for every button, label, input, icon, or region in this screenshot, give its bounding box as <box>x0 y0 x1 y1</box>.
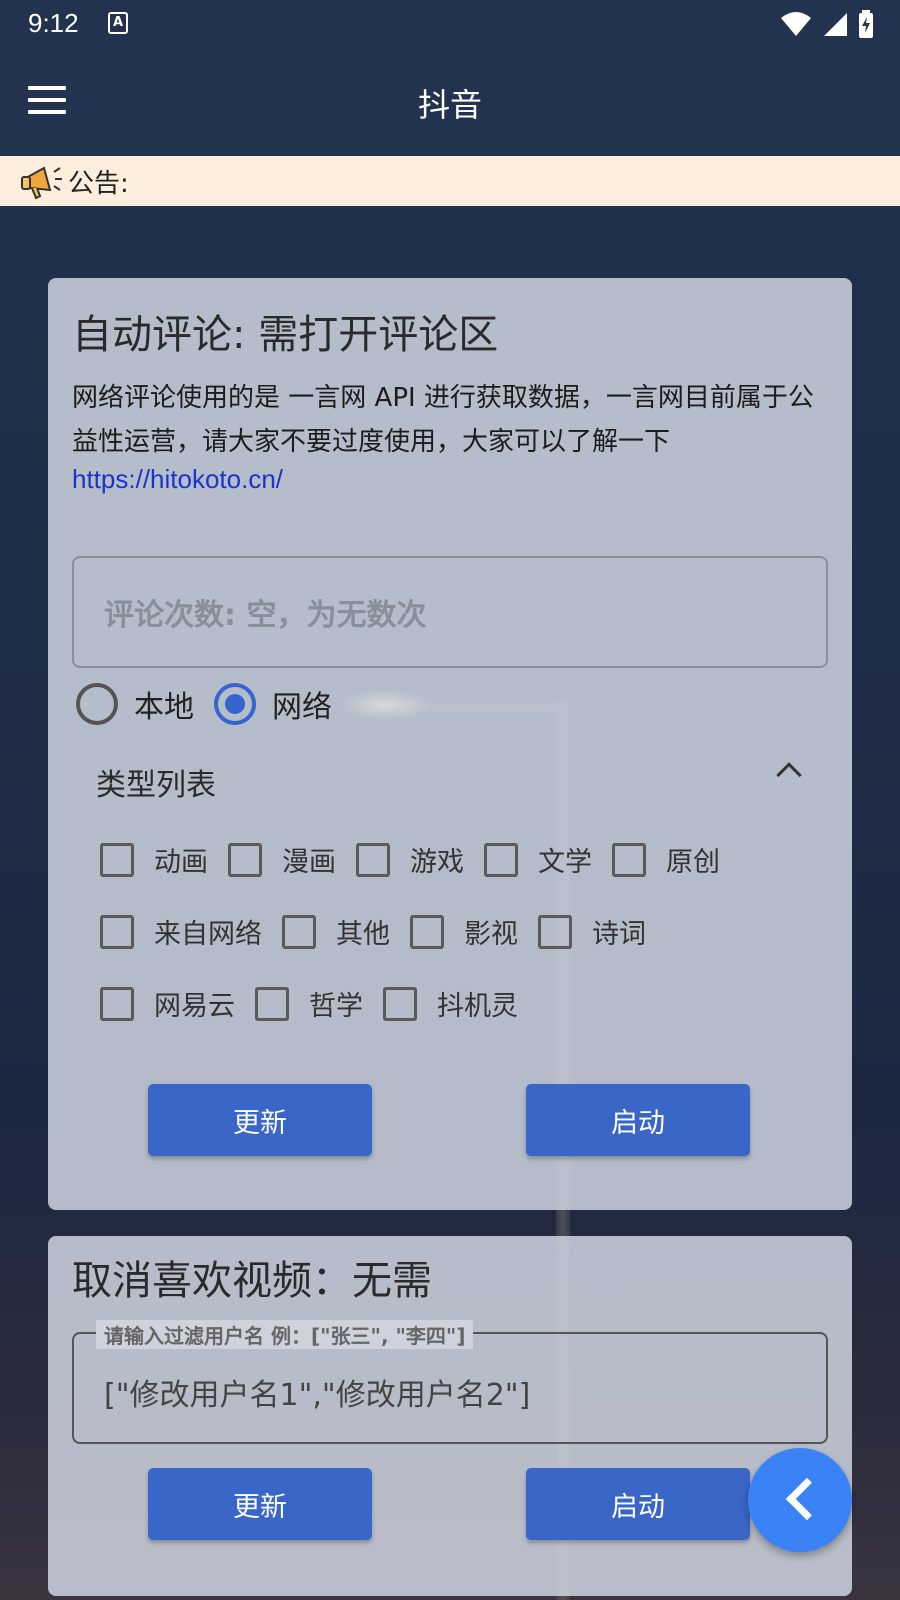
type-list-title: 类型列表 <box>96 768 216 803</box>
back-fab-button[interactable] <box>748 1448 852 1552</box>
radio-network[interactable] <box>214 683 256 725</box>
source-radio-group: 本地 网络 <box>76 682 352 726</box>
battery-icon <box>859 10 873 38</box>
status-icons <box>780 10 874 38</box>
type-label: 网易云 <box>154 991 235 1022</box>
type-checkbox[interactable] <box>282 914 316 949</box>
megaphone-icon <box>21 166 62 200</box>
notice-bar: 公告: <box>0 156 900 206</box>
unlike-start-button[interactable]: 启动 <box>526 1468 750 1540</box>
signal-icon <box>824 13 847 36</box>
filter-username-value[interactable]: ["修改用户名1","修改用户名2"] <box>104 1370 530 1414</box>
app-bar: 抖音 <box>0 48 900 156</box>
auto-comment-update-button[interactable]: 更新 <box>148 1084 372 1156</box>
hitokoto-link[interactable]: https://hitokoto.cn/ <box>72 464 283 495</box>
type-label: 来自网络 <box>154 919 262 950</box>
type-label: 抖机灵 <box>437 991 518 1022</box>
page-title: 抖音 <box>417 86 482 124</box>
type-checkbox[interactable] <box>612 842 646 877</box>
type-checkbox[interactable] <box>100 986 134 1021</box>
auto-comment-card: 自动评论: 需打开评论区 网络评论使用的是 一言网 API 进行获取数据，一言网… <box>48 278 852 1210</box>
type-label: 原创 <box>666 847 720 878</box>
unlike-update-button[interactable]: 更新 <box>148 1468 372 1540</box>
wifi-icon <box>781 12 811 36</box>
type-checkbox[interactable] <box>538 914 572 949</box>
type-label: 游戏 <box>410 847 464 878</box>
type-label: 影视 <box>464 919 518 950</box>
notification-icon: A <box>108 12 128 34</box>
type-row-2: 来自网络 其他 影视 诗词 <box>100 912 666 951</box>
status-time: 9:12 <box>28 8 79 38</box>
auto-comment-description: 网络评论使用的是 一言网 API 进行获取数据，一言网目前属于公益性运营，请大家… <box>72 383 814 457</box>
type-label: 诗词 <box>592 919 646 950</box>
type-label: 其他 <box>336 919 390 950</box>
filter-username-label: 请输入过滤用户名 例：["张三", "李四"] <box>96 1320 474 1349</box>
type-list-header[interactable]: 类型列表 <box>96 748 806 808</box>
filter-username-field[interactable]: 请输入过滤用户名 例：["张三", "李四"] ["修改用户名1","修改用户名… <box>72 1320 828 1444</box>
type-label: 动画 <box>154 847 208 878</box>
comment-count-input[interactable]: 评论次数: 空，为无数次 <box>72 556 828 668</box>
radio-local-label: 本地 <box>134 690 194 725</box>
type-checkbox[interactable] <box>383 986 417 1021</box>
type-label: 文学 <box>538 847 592 878</box>
type-checkbox[interactable] <box>100 842 134 877</box>
unlike-videos-card: 取消喜欢视频：无需 请输入过滤用户名 例：["张三", "李四"] ["修改用户… <box>48 1236 852 1596</box>
type-row-3: 网易云 哲学 抖机灵 <box>100 984 538 1023</box>
type-checkbox[interactable] <box>356 842 390 877</box>
type-label: 漫画 <box>282 847 336 878</box>
type-checkbox[interactable] <box>255 986 289 1021</box>
type-row-1: 动画 漫画 游戏 文学 原创 <box>100 840 740 879</box>
auto-comment-title: 自动评论: 需打开评论区 <box>72 312 499 358</box>
radio-local[interactable] <box>76 683 118 725</box>
type-checkbox[interactable] <box>228 842 262 877</box>
auto-comment-start-button[interactable]: 启动 <box>526 1084 750 1156</box>
radio-network-label: 网络 <box>272 690 332 725</box>
chevron-up-icon[interactable] <box>776 762 802 788</box>
status-bar: 9:12 A <box>0 0 900 48</box>
type-checkbox[interactable] <box>100 914 134 949</box>
type-label: 哲学 <box>309 991 363 1022</box>
type-checkbox[interactable] <box>484 842 518 877</box>
chevron-left-icon <box>785 1477 829 1521</box>
unlike-videos-title: 取消喜欢视频：无需 <box>72 1258 432 1304</box>
type-checkbox[interactable] <box>410 914 444 949</box>
notice-label: 公告: <box>68 168 129 199</box>
